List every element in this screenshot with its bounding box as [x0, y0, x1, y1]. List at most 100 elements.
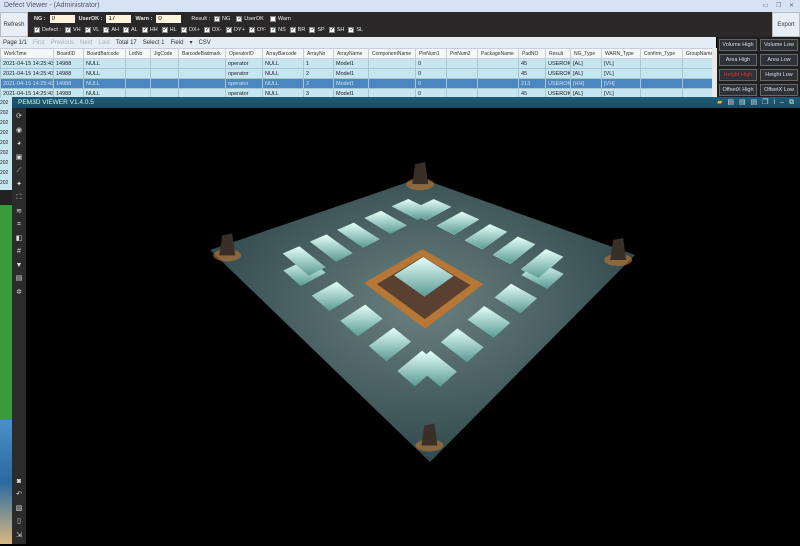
filter-offsetx-high-button[interactable]: OffsetX High	[719, 84, 757, 96]
eye-icon[interactable]: ◉	[16, 124, 22, 138]
column-header[interactable]: WARN_Type	[601, 48, 641, 59]
filter-volume-low-button[interactable]: Volume Low	[760, 39, 798, 51]
image-icon[interactable]: ▣	[16, 151, 23, 165]
window-title-bar: Defect Viewer - (Administrator) ▭ ❐ ✕	[0, 0, 800, 12]
column-header[interactable]: WorkTime	[0, 48, 54, 59]
defect-checkbox[interactable]: Defect :	[34, 27, 61, 33]
snapshot-icon[interactable]: ▧	[16, 502, 23, 516]
previous-button[interactable]: Previous	[51, 40, 74, 46]
column-header[interactable]: PadNO	[518, 48, 546, 59]
defect-checkbox-ah[interactable]: AH	[103, 27, 119, 33]
filter-offsetx-low-button[interactable]: OffsetX Low	[760, 84, 798, 96]
file-icon[interactable]: ▤	[751, 98, 758, 107]
column-header[interactable]: BoardID	[53, 48, 84, 59]
camera-icon[interactable]: ◙	[17, 475, 21, 489]
table-row[interactable]: 2021-04-15 14:25:43 14988 NULL operator NULL…	[0, 78, 713, 89]
column-header[interactable]: JigCode	[150, 48, 179, 59]
table-cell	[178, 78, 226, 89]
rotate-icon[interactable]: ⟳	[16, 110, 22, 124]
window-title: Defect Viewer - (Administrator)	[4, 2, 100, 9]
note-icon[interactable]: ▤	[16, 272, 23, 286]
defect-checkbox-sp[interactable]: SP	[309, 27, 325, 33]
defect-checkbox-vh[interactable]: VH	[64, 27, 81, 33]
defect-checkbox-vl[interactable]: VL	[84, 27, 99, 33]
column-header[interactable]: BoardBarcode	[83, 48, 126, 59]
warn-field[interactable]	[156, 15, 182, 23]
defect-checkbox-sh[interactable]: SH	[328, 27, 344, 33]
window-controls[interactable]: ▭ ❐ ✕	[763, 0, 797, 12]
file-icon[interactable]: ▤	[739, 98, 746, 107]
3d-view[interactable]	[26, 108, 800, 544]
defect-checkbox-oy+[interactable]: OY+	[225, 27, 245, 33]
layers-icon[interactable]: ≋	[16, 205, 22, 219]
ng-field[interactable]	[49, 15, 75, 23]
number-icon[interactable]: #	[17, 245, 21, 259]
column-header[interactable]: OperatorID	[225, 48, 263, 59]
defect-checkbox-br[interactable]: BR	[289, 27, 305, 33]
folder-icon[interactable]: ▰	[717, 98, 722, 107]
userok-label: UserOK :	[78, 16, 103, 22]
defect-checkbox-ox+[interactable]: OX+	[180, 27, 200, 33]
export-icon[interactable]: ⇲	[16, 529, 22, 543]
column-header[interactable]: ArrayName	[333, 48, 369, 59]
defect-checkbox-al[interactable]: AL	[122, 27, 138, 33]
column-header[interactable]: Result	[545, 48, 571, 59]
background-row: 202	[0, 140, 9, 146]
column-header[interactable]: PinNum2	[446, 48, 478, 59]
last-button[interactable]: Last	[98, 40, 109, 46]
export-button[interactable]: Export	[772, 12, 800, 37]
pin-icon[interactable]: ✦	[16, 178, 22, 192]
defect-table: WorkTime BoardID BoardBarcode LotNo JigCode B…	[0, 48, 713, 99]
defect-checkbox-hh[interactable]: HH	[141, 27, 158, 33]
column-header[interactable]: ComponentName	[368, 48, 416, 59]
column-header[interactable]: LotNo	[125, 48, 151, 59]
filter-height-low-button[interactable]: Height Low	[760, 69, 798, 81]
result-checkbox-ng[interactable]: NG	[214, 16, 230, 22]
3d-scene[interactable]	[26, 108, 800, 544]
minimize-icon[interactable]: –	[780, 98, 784, 107]
refresh-button[interactable]: Refresh	[0, 12, 28, 37]
column-header[interactable]: BarcodeBadmark	[178, 48, 226, 59]
info-icon[interactable]: i	[774, 98, 776, 107]
column-header[interactable]: PackageName	[477, 48, 519, 59]
crop-icon[interactable]: ⌗	[17, 218, 21, 232]
filter-area-low-button[interactable]: Area Low	[760, 54, 798, 66]
palette-icon[interactable]: ◕	[17, 137, 21, 151]
first-button[interactable]: First	[33, 40, 45, 46]
next-button[interactable]: Next	[80, 40, 92, 46]
result-checkbox-warn[interactable]: Warn	[269, 16, 291, 22]
column-header[interactable]: PinNum1	[415, 48, 447, 59]
table-cell	[682, 78, 713, 89]
userok-field[interactable]	[106, 15, 132, 23]
save-icon[interactable]: ▯	[17, 515, 21, 529]
defect-checkbox-ox-[interactable]: OX-	[203, 27, 222, 33]
file-icon[interactable]: ▤	[727, 98, 734, 107]
table-row[interactable]: 2021-04-15 14:25:43 14988 NULL operator NULL…	[0, 58, 713, 69]
result-checkbox-userok[interactable]: UserOK	[236, 16, 264, 22]
field-dropdown[interactable]: Field	[170, 40, 183, 46]
filter-volume-high-button[interactable]: Volume High	[719, 39, 757, 51]
csv-button[interactable]: CSV	[198, 40, 210, 46]
column-header[interactable]: ArrayBarcode	[262, 48, 304, 59]
restore-icon[interactable]: ⧉	[789, 98, 794, 107]
filter-height-high-button[interactable]: Height High	[719, 69, 757, 81]
column-header[interactable]: ArrayNo	[303, 48, 334, 59]
column-header[interactable]: Confirm_Type	[640, 48, 683, 59]
fit-icon[interactable]: ⛶	[17, 191, 22, 205]
defect-checkbox-ns[interactable]: NS	[270, 27, 286, 33]
table-row[interactable]: 2021-04-15 14:25:43 14988 NULL operator NULL…	[0, 68, 713, 79]
table-cell	[477, 58, 519, 69]
defect-checkbox-oy-[interactable]: OY-	[248, 27, 266, 33]
filter-icon[interactable]: ▼	[16, 259, 23, 273]
split-icon[interactable]: ◧	[16, 232, 23, 246]
ruler-icon[interactable]: ⟋	[17, 164, 22, 178]
settings-icon[interactable]: ✲	[16, 286, 22, 300]
column-header[interactable]: GroupName	[682, 48, 713, 59]
defect-checkbox-sl[interactable]: SL	[348, 27, 363, 33]
column-header[interactable]: NG_Type	[570, 48, 602, 59]
defect-checkbox-hl[interactable]: HL	[161, 27, 177, 33]
filter-area-high-button[interactable]: Area High	[719, 54, 757, 66]
undo-icon[interactable]: ↶	[16, 488, 22, 502]
background-row: 202	[0, 180, 9, 186]
copy-icon[interactable]: ❐	[762, 98, 768, 107]
